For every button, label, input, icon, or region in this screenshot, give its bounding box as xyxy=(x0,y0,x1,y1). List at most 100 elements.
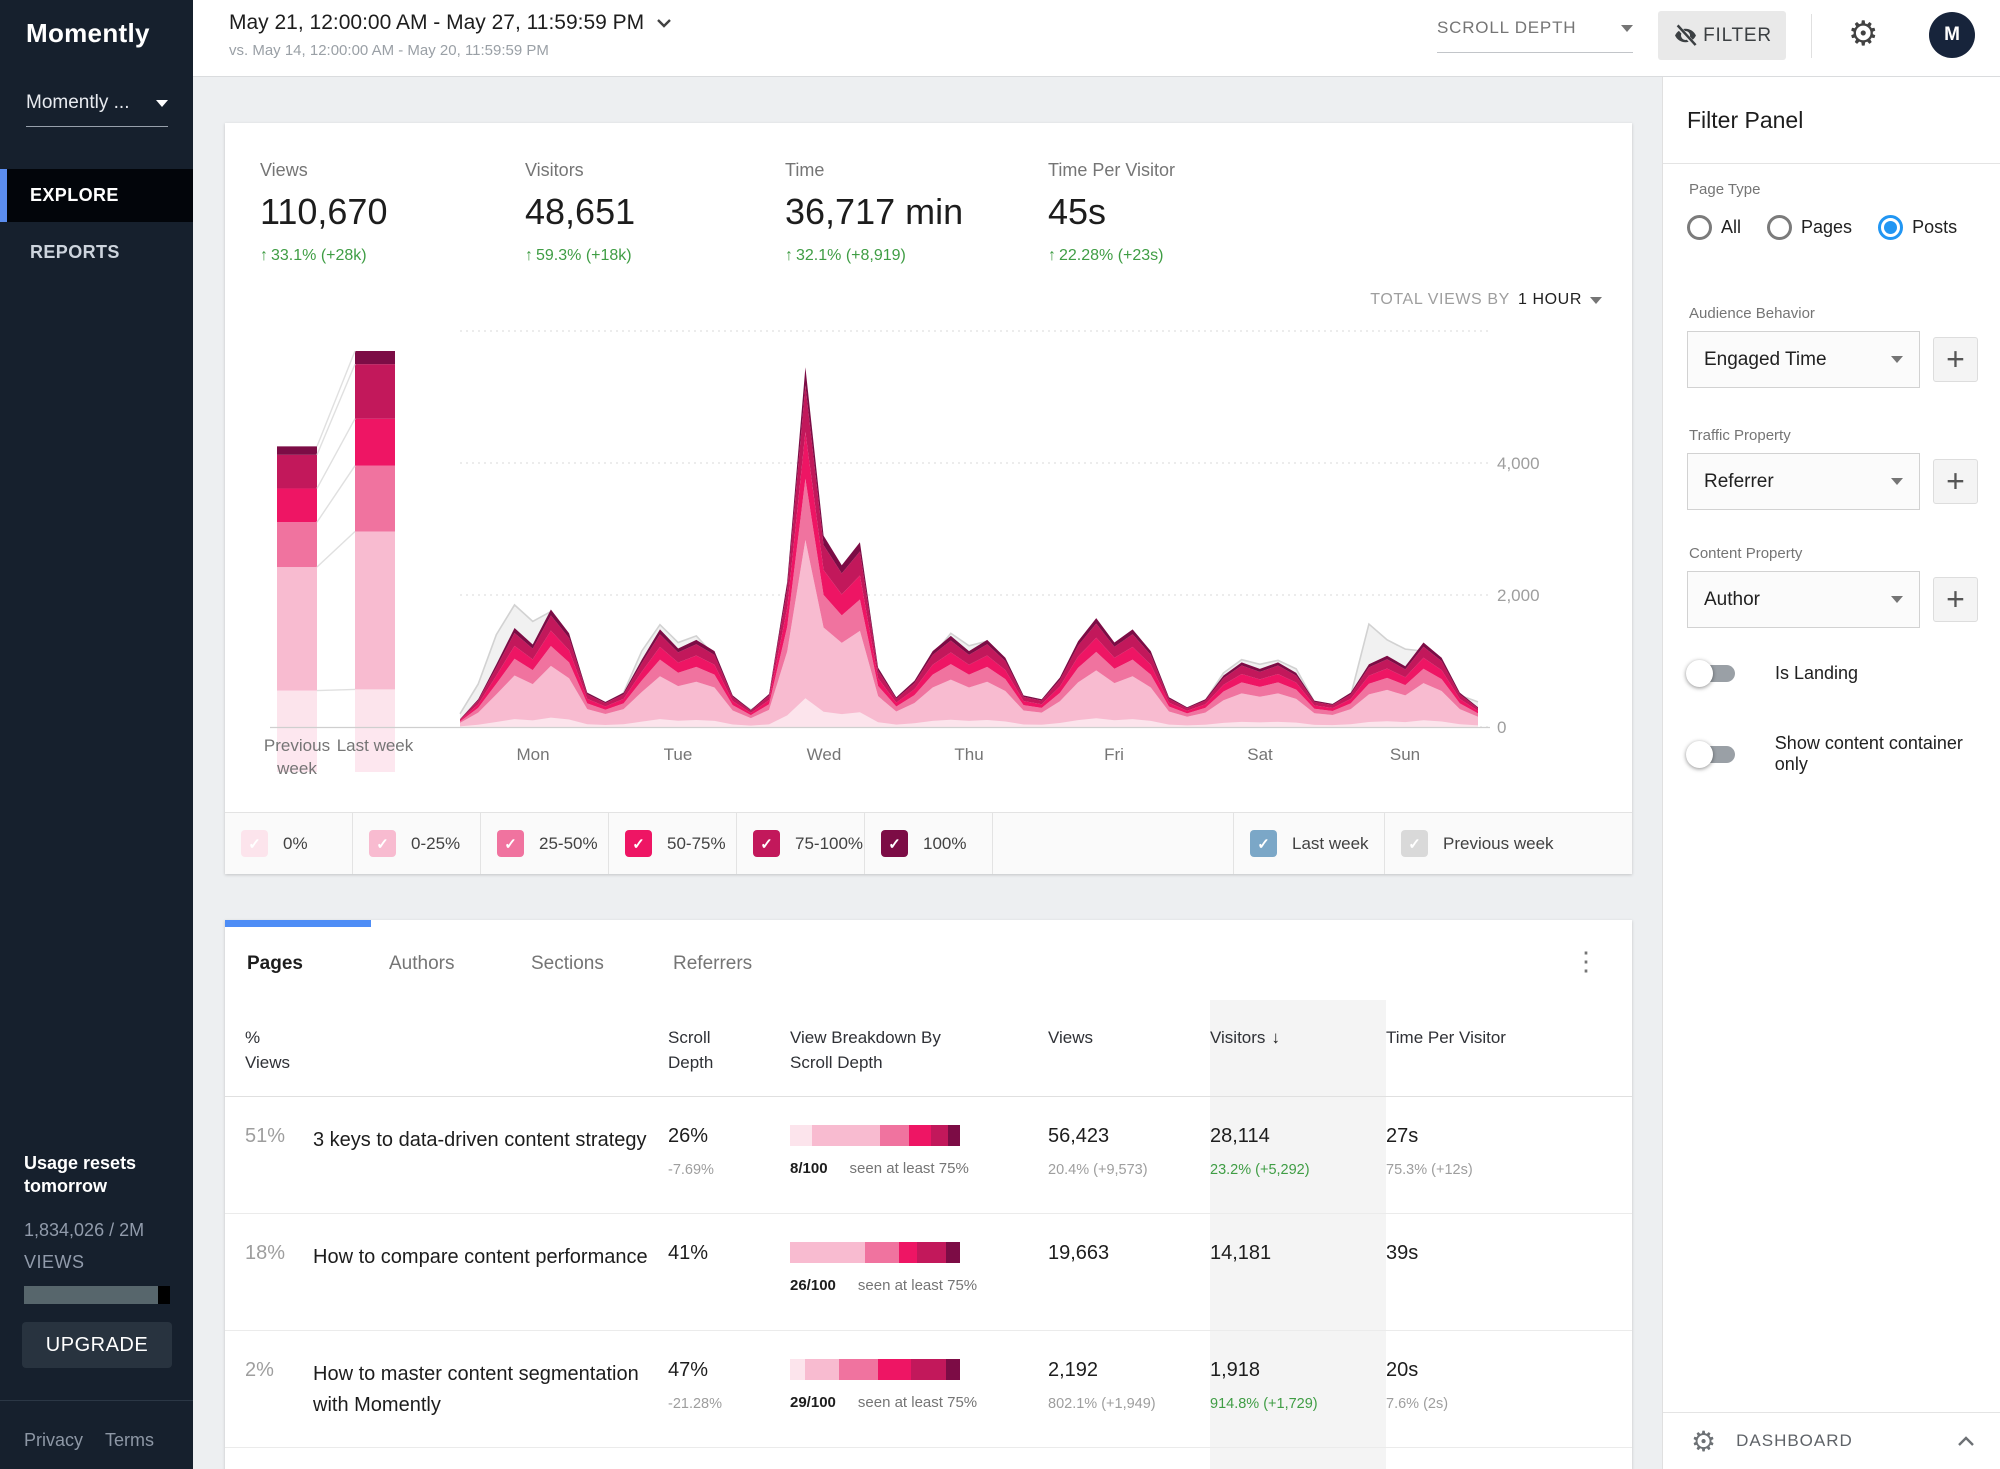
upgrade-button[interactable]: UPGRADE xyxy=(22,1322,172,1368)
col-views[interactable]: Views xyxy=(1048,1000,1210,1096)
app-window: Momently Momently ... EXPLORE REPORTS Us… xyxy=(0,0,2000,1469)
cell-title[interactable]: How to master content segmentation with … xyxy=(313,1331,668,1447)
table-row[interactable]: 51% 3 keys to data-driven content strate… xyxy=(225,1097,1632,1214)
caret-down-icon xyxy=(1891,478,1903,485)
privacy-link[interactable]: Privacy xyxy=(24,1430,83,1451)
caret-down-icon xyxy=(156,100,168,107)
table-menu-kebab-icon[interactable] xyxy=(1573,946,1599,977)
cell-views-delta: 802.1% (+1,949) xyxy=(1048,1396,1198,1412)
caret-down-icon xyxy=(1891,356,1903,363)
audience-behavior-select[interactable]: Engaged Time xyxy=(1687,331,1920,388)
workspace-select[interactable]: Momently ... xyxy=(26,92,168,127)
is-landing-toggle[interactable]: Is Landing xyxy=(1689,663,1858,684)
toggle-label: Show content container only xyxy=(1775,733,2000,775)
filter-button[interactable]: FILTER xyxy=(1658,11,1786,60)
dashboard-bar[interactable]: DASHBOARD xyxy=(1663,1412,2000,1469)
cell-tpv-delta: 7.6% (2s) xyxy=(1386,1396,1620,1412)
cell-pct-views: 18% xyxy=(225,1214,313,1330)
traffic-property-select[interactable]: Referrer xyxy=(1687,453,1920,510)
terms-link[interactable]: Terms xyxy=(105,1430,154,1451)
col-pct-views[interactable]: % Views xyxy=(225,1000,313,1096)
caret-down-icon xyxy=(1590,297,1602,304)
sidebar-item-reports[interactable]: REPORTS xyxy=(0,226,193,279)
usage-progress-bar xyxy=(24,1286,170,1304)
legend-scroll-3[interactable]: 50-75% xyxy=(609,813,737,874)
table-row[interactable]: 18% How to compare content performance 4… xyxy=(225,1214,1632,1331)
select-value: Referrer xyxy=(1704,471,1774,493)
x-label-mon: Mon xyxy=(516,745,549,765)
tab-pages[interactable]: Pages xyxy=(247,953,367,975)
add-content-filter-button[interactable] xyxy=(1933,577,1978,622)
add-audience-filter-button[interactable] xyxy=(1933,337,1978,382)
avatar[interactable]: M xyxy=(1929,12,1975,58)
checkbox-checked-icon xyxy=(881,830,908,857)
tab-authors[interactable]: Authors xyxy=(389,953,509,975)
date-range-select[interactable]: May 21, 12:00:00 AM - May 27, 11:59:59 P… xyxy=(229,11,672,35)
col-scroll-depth[interactable]: Scroll Depth xyxy=(668,1000,758,1096)
legend-scroll-5[interactable]: 100% xyxy=(865,813,993,874)
radio-pages[interactable]: Pages xyxy=(1767,215,1852,240)
col-visitors[interactable]: Visitors xyxy=(1210,1000,1386,1096)
metric-select[interactable]: SCROLL DEPTH xyxy=(1437,18,1633,53)
cell-breakdown: 8/100seen at least 75% xyxy=(790,1097,1048,1213)
chevron-down-icon xyxy=(656,18,672,28)
usage-unit: VIEWS xyxy=(24,1252,85,1273)
audience-behavior-label: Audience Behavior xyxy=(1689,305,1815,322)
cell-views-delta: 20.4% (+9,573) xyxy=(1048,1162,1198,1178)
tab-referrers[interactable]: Referrers xyxy=(673,953,793,975)
sidebar-divider xyxy=(0,1400,193,1401)
sidebar-item-explore[interactable]: EXPLORE xyxy=(0,169,193,222)
legend-label: 0-25% xyxy=(411,834,460,854)
legend-scroll-2[interactable]: 25-50% xyxy=(481,813,609,874)
cell-title[interactable]: 3 keys to data-driven content strategy xyxy=(313,1097,668,1213)
legend-previous-week[interactable]: Previous week xyxy=(1385,813,1632,874)
table-row[interactable]: 2% How to master content segmentation wi… xyxy=(225,1331,1632,1448)
svg-text:2,000: 2,000 xyxy=(1497,586,1540,605)
radio-circle-icon xyxy=(1687,215,1712,240)
select-value: Engaged Time xyxy=(1704,349,1827,371)
add-traffic-filter-button[interactable] xyxy=(1933,459,1978,504)
cell-title[interactable]: How to compare content performance xyxy=(313,1214,668,1330)
col-breakdown: View Breakdown By Scroll Depth xyxy=(790,1000,960,1096)
settings-gear-icon[interactable] xyxy=(1848,14,1878,54)
up-arrow-icon xyxy=(525,247,536,264)
legend-label: 75-100% xyxy=(795,834,863,854)
radio-all[interactable]: All xyxy=(1687,215,1741,240)
stat-value: 45s xyxy=(1048,191,1175,233)
radio-label: Pages xyxy=(1801,217,1852,238)
legend-label: 0% xyxy=(283,834,308,854)
legend-scroll-0[interactable]: 0% xyxy=(225,813,353,874)
checkbox-checked-icon xyxy=(753,830,780,857)
cell-pct-views: 51% xyxy=(225,1097,313,1213)
legend-scroll-4[interactable]: 75-100% xyxy=(737,813,865,874)
content-container-toggle[interactable]: Show content container only xyxy=(1689,733,2000,775)
legend-scroll-1[interactable]: 0-25% xyxy=(353,813,481,874)
views-chart[interactable]: 02,0004,000 xyxy=(225,323,1632,783)
tab-sections[interactable]: Sections xyxy=(531,953,651,975)
cell-tpv-delta: 75.3% (+12s) xyxy=(1386,1162,1620,1178)
checkbox-checked-icon xyxy=(241,830,268,857)
compare-range-label: vs. May 14, 12:00:00 AM - May 20, 11:59:… xyxy=(229,42,549,59)
usage-count: 1,834,026 / 2M xyxy=(24,1220,144,1241)
stat-time: Time 36,717 min 32.1% (+8,919) xyxy=(785,160,963,265)
checkbox-checked-icon xyxy=(625,830,652,857)
sidebar: Momently Momently ... EXPLORE REPORTS Us… xyxy=(0,0,193,1469)
svg-text:4,000: 4,000 xyxy=(1497,454,1540,473)
radio-posts[interactable]: Posts xyxy=(1878,215,1957,240)
up-arrow-icon xyxy=(785,247,796,264)
interval-select[interactable]: TOTAL VIEWS BY 1 HOUR xyxy=(1370,291,1602,309)
breakdown-note: seen at least 75% xyxy=(858,1394,977,1411)
x-label-sun: Sun xyxy=(1390,745,1420,765)
stat-delta: 59.3% (+18k) xyxy=(536,247,632,264)
active-tab-indicator xyxy=(225,920,371,927)
col-time-per-visitor[interactable]: Time Per Visitor xyxy=(1386,1000,1632,1096)
legend-label: Previous week xyxy=(1443,834,1554,854)
content-property-select[interactable]: Author xyxy=(1687,571,1920,628)
content-property-label: Content Property xyxy=(1689,545,1802,562)
x-label-fri: Fri xyxy=(1104,745,1124,765)
stat-label: Visitors xyxy=(525,160,635,181)
breakdown-note: seen at least 75% xyxy=(858,1277,977,1294)
legend-last-week[interactable]: Last week xyxy=(1234,813,1385,874)
x-label-tue: Tue xyxy=(664,745,693,765)
filter-button-label: FILTER xyxy=(1703,25,1772,47)
